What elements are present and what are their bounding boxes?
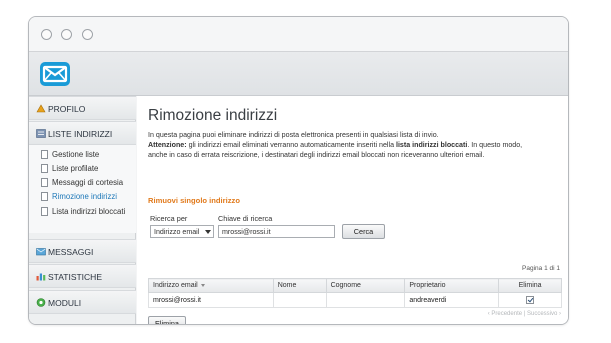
sidebar-statistiche-label: STATISTICHE — [48, 272, 102, 282]
col-header-cognome[interactable]: Cognome — [325, 278, 406, 293]
modules-icon — [36, 298, 46, 307]
search-button[interactable]: Cerca — [342, 224, 385, 239]
section-title: Rimuovi singolo indirizzo — [148, 196, 240, 205]
table-row: mrossi@rossi.it andreaverdi — [148, 292, 562, 308]
search-by-value: Indirizzo email — [154, 228, 200, 236]
profile-icon — [36, 104, 46, 113]
window-maximize-dot[interactable] — [82, 29, 93, 40]
intro-text: In questa pagina puoi eliminare indirizz… — [148, 130, 558, 160]
statistics-icon — [36, 273, 46, 281]
sidebar-messaggi-label: MESSAGGI — [48, 247, 94, 257]
sidebar-liste-label: LISTE INDIRIZZI — [48, 129, 113, 139]
col-header-nome[interactable]: Nome — [272, 278, 327, 293]
cell-nome — [272, 292, 327, 308]
next-link[interactable]: Successivo › — [527, 311, 561, 317]
list-icon — [36, 129, 46, 138]
col-header-email[interactable]: Indirizzo email — [148, 278, 274, 293]
sidebar-item-rimozione-indirizzi[interactable]: Rimozione indirizzi — [41, 191, 136, 204]
intro-line-1: In questa pagina puoi eliminare indirizz… — [148, 131, 439, 139]
browser-window: PROFILO LISTE INDIRIZZI Gestione liste L… — [28, 16, 569, 325]
window-minimize-dot[interactable] — [61, 29, 72, 40]
envelope-logo-icon[interactable] — [38, 59, 72, 89]
col-header-label: Indirizzo email — [153, 282, 198, 289]
app-header — [29, 52, 568, 96]
document-icon — [41, 164, 48, 173]
sidebar-item-lista-bloccati[interactable]: Lista indirizzi bloccati — [41, 206, 136, 219]
cell-cognome — [325, 292, 406, 308]
document-icon — [41, 192, 48, 201]
sidebar-section-profilo[interactable]: PROFILO — [29, 96, 136, 120]
pagination: ‹ Precedente | Successivo › — [487, 311, 561, 317]
sort-desc-icon — [200, 283, 205, 287]
search-by-label: Ricerca per — [150, 214, 188, 223]
cell-proprietario: andreaverdi — [404, 292, 500, 308]
prev-link[interactable]: ‹ Precedente — [488, 311, 522, 317]
sidebar: PROFILO LISTE INDIRIZZI Gestione liste L… — [29, 96, 136, 324]
search-by-select[interactable]: Indirizzo email — [150, 225, 214, 238]
sidebar-item-label: Lista indirizzi bloccati — [52, 207, 126, 216]
main-content: Rimozione indirizzi In questa pagina puo… — [137, 96, 568, 324]
sidebar-item-messaggi-cortesia[interactable]: Messaggi di cortesia — [41, 177, 136, 190]
cell-elimina — [498, 292, 562, 308]
sidebar-item-label: Gestione liste — [52, 150, 100, 159]
col-header-proprietario[interactable]: Proprietario — [404, 278, 500, 293]
cell-email: mrossi@rossi.it — [148, 292, 274, 308]
search-key-input[interactable]: mrossi@rossi.it — [218, 225, 335, 238]
page-info: Pagina 1 di 1 — [522, 265, 560, 272]
blocked-list-bold: lista indirizzi bloccati — [395, 141, 468, 149]
col-header-elimina[interactable]: Elimina — [498, 278, 562, 293]
window-close-dot[interactable] — [41, 29, 52, 40]
page-title: Rimozione indirizzi — [148, 107, 278, 124]
chevron-down-icon — [205, 230, 211, 234]
delete-checkbox[interactable] — [526, 296, 535, 304]
attention-label: Attenzione: — [148, 141, 187, 149]
sidebar-section-statistiche[interactable]: STATISTICHE — [29, 264, 136, 288]
sidebar-section-liste-indirizzi[interactable]: LISTE INDIRIZZI — [29, 121, 136, 145]
delete-button[interactable]: Elimina — [148, 316, 186, 324]
sidebar-profilo-label: PROFILO — [48, 104, 86, 114]
messages-icon — [36, 248, 46, 256]
document-icon — [41, 207, 48, 216]
results-table: Indirizzo email Nome Cognome Proprietari… — [148, 278, 562, 308]
sidebar-section-messaggi[interactable]: MESSAGGI — [29, 239, 136, 263]
window-titlebar — [29, 17, 568, 52]
sidebar-item-label: Messaggi di cortesia — [52, 178, 124, 187]
sidebar-item-label: Rimozione indirizzi — [52, 192, 117, 201]
sidebar-item-label: Liste profilate — [52, 164, 99, 173]
intro-line-2a: gli indirizzi email eliminati verranno a… — [186, 141, 396, 149]
document-icon — [41, 150, 48, 159]
intro-line-3: anche in caso di errata reiscrizione, i … — [148, 151, 485, 159]
intro-line-2b: . In questo modo, — [467, 141, 523, 149]
sidebar-moduli-label: MODULI — [48, 298, 82, 308]
table-header-row: Indirizzo email Nome Cognome Proprietari… — [148, 278, 562, 293]
document-icon — [41, 178, 48, 187]
search-key-label: Chiave di ricerca — [218, 214, 273, 223]
sidebar-item-liste-profilate[interactable]: Liste profilate — [41, 163, 136, 176]
sidebar-item-gestione-liste[interactable]: Gestione liste — [41, 149, 136, 162]
sidebar-section-moduli[interactable]: MODULI — [29, 290, 136, 314]
